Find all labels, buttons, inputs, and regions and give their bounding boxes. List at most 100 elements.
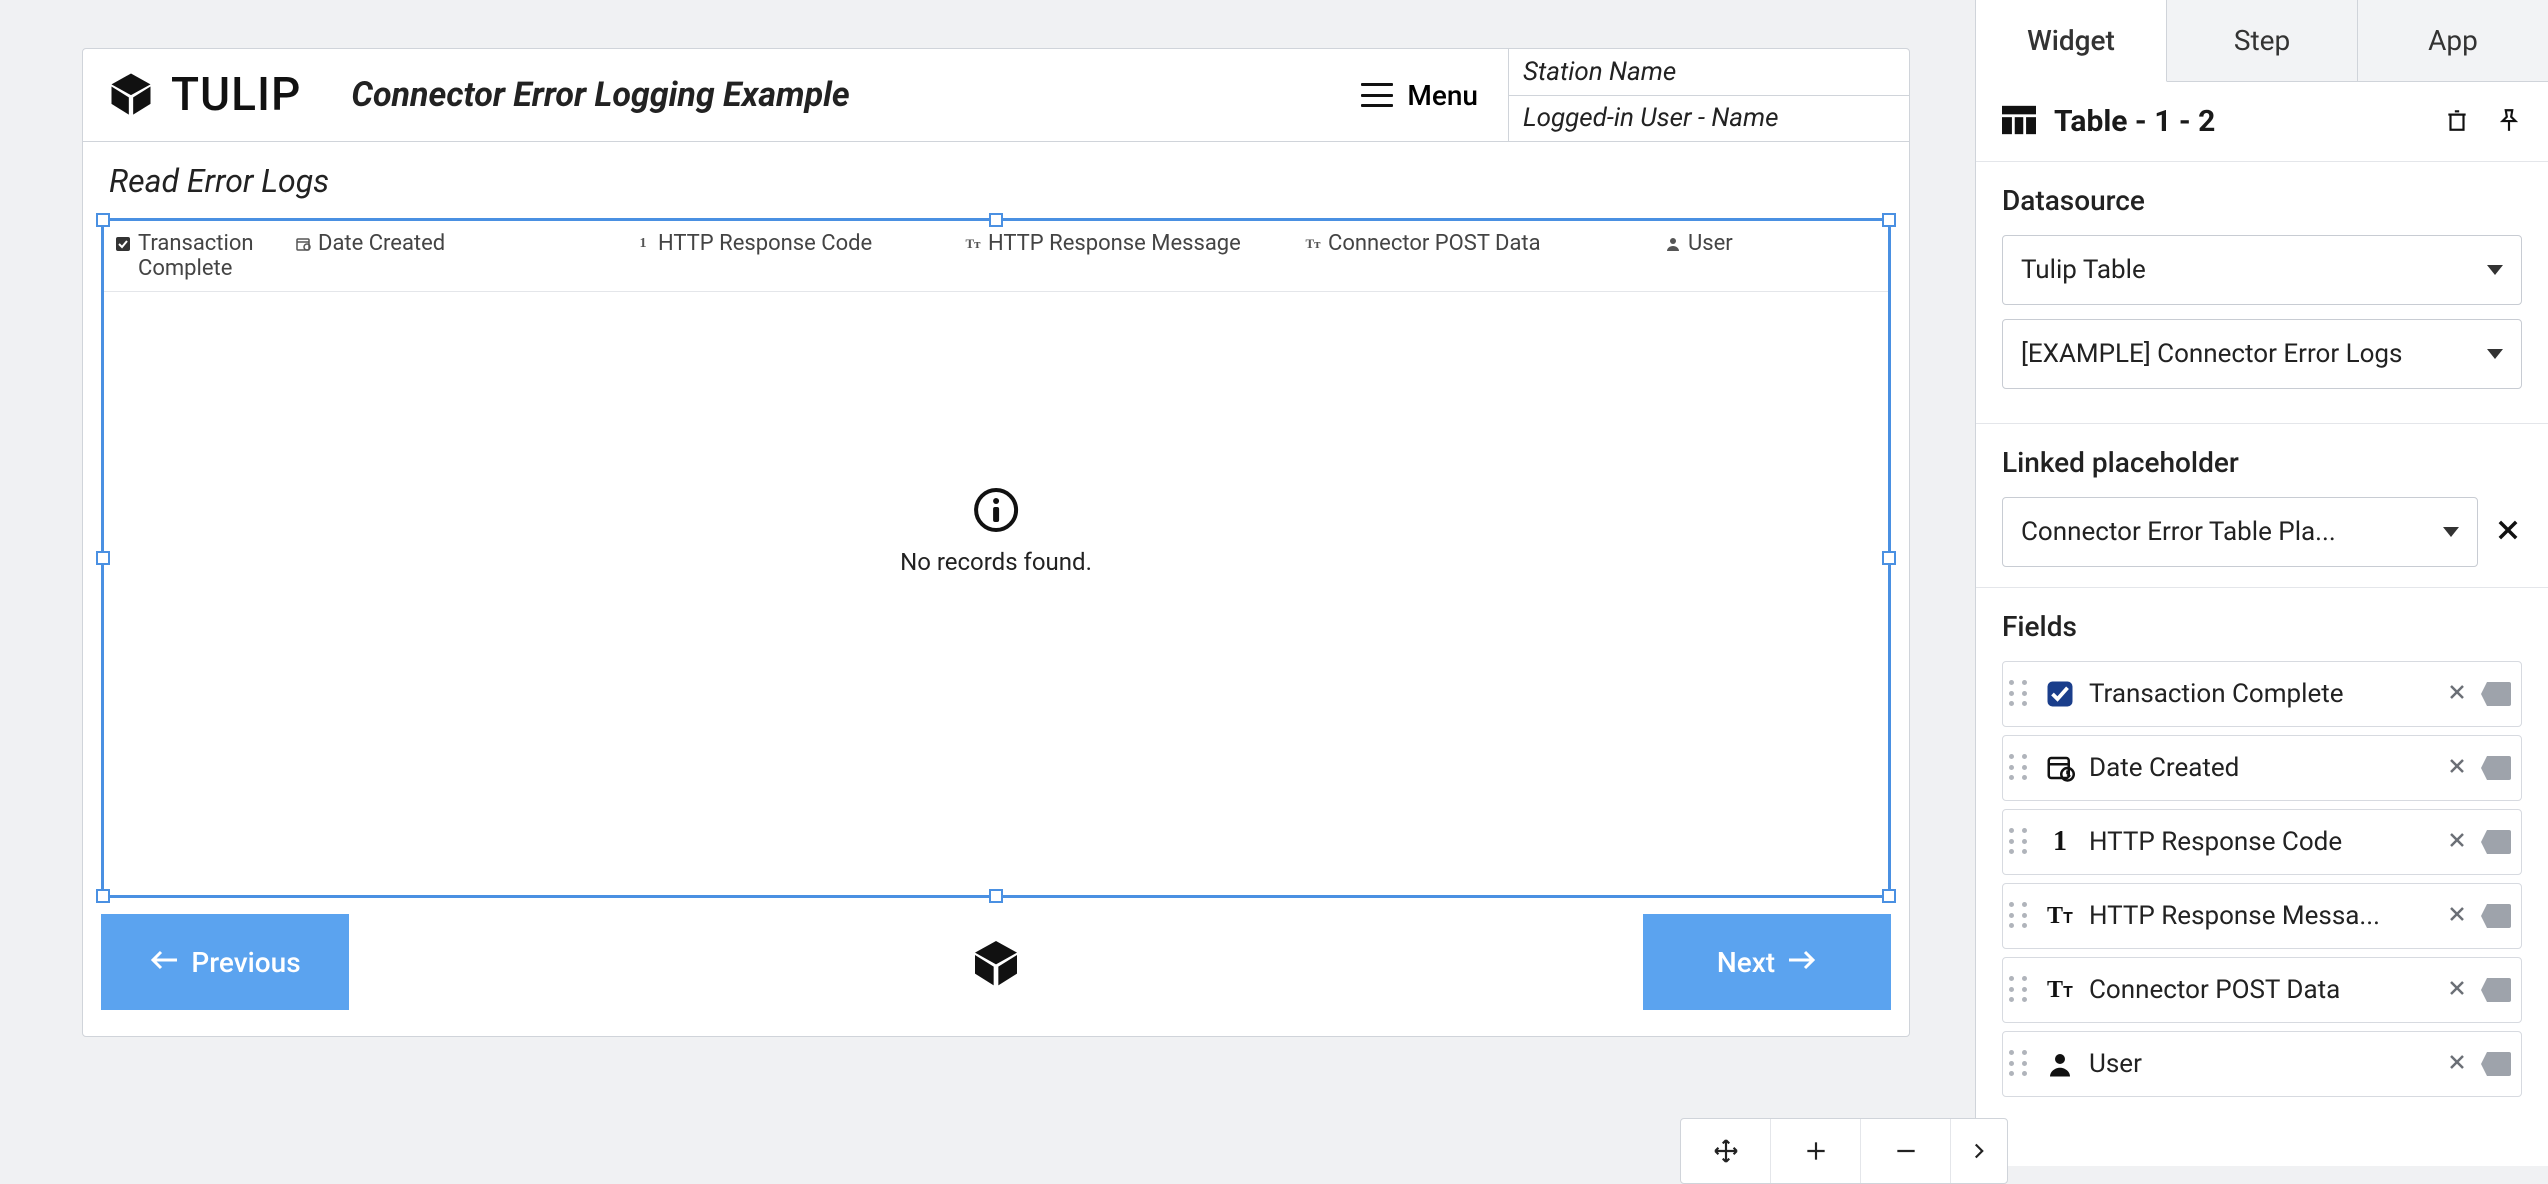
body-panel: Read Error Logs Transaction Complete <box>83 142 1909 1036</box>
linked-heading: Linked placeholder <box>2002 446 2522 479</box>
drag-handle-icon[interactable] <box>2009 902 2031 930</box>
tag-icon[interactable] <box>2481 978 2511 1002</box>
canvas-toolbar <box>1680 1118 2008 1184</box>
resize-handle-ml[interactable] <box>96 551 110 565</box>
hamburger-icon <box>1361 83 1393 107</box>
tab-step[interactable]: Step <box>2167 0 2358 82</box>
move-icon <box>1713 1138 1739 1164</box>
previous-label: Previous <box>191 946 300 979</box>
column-label: Transaction Complete <box>138 231 274 281</box>
tag-icon[interactable] <box>2481 682 2511 706</box>
tulip-logo-icon <box>105 67 157 123</box>
field-label: HTTP Response Messa... <box>2089 901 2433 931</box>
drag-handle-icon[interactable] <box>2009 828 2031 856</box>
column-header: Transaction Complete <box>104 221 284 291</box>
drag-handle-icon[interactable] <box>2009 680 2031 708</box>
previous-button[interactable]: Previous <box>101 914 349 1010</box>
delete-widget-button[interactable] <box>2444 107 2470 137</box>
menu-button[interactable]: Menu <box>1351 49 1509 141</box>
resize-handle-tr[interactable] <box>1882 213 1896 227</box>
field-label: Transaction Complete <box>2089 679 2433 709</box>
tab-widget[interactable]: Widget <box>1976 0 2167 82</box>
fields-section: Fields Transaction Complete Date Created 1… <box>1976 587 2548 1166</box>
resize-handle-br[interactable] <box>1882 889 1896 903</box>
info-icon <box>972 486 1020 534</box>
column-label: Date Created <box>318 231 445 256</box>
brand-text: TULIP <box>171 68 301 122</box>
next-label: Next <box>1717 946 1775 979</box>
field-type-icon <box>2043 1047 2077 1081</box>
remove-field-button[interactable] <box>2445 976 2469 1004</box>
remove-field-button[interactable] <box>2445 828 2469 856</box>
zoom-in-tool[interactable] <box>1771 1119 1861 1183</box>
drag-handle-icon[interactable] <box>2009 976 2031 1004</box>
column-header: Date Created <box>284 221 624 291</box>
column-label: HTTP Response Message <box>988 231 1241 256</box>
right-sidebar: Widget Step App Table - 1 - 2 Datasource… <box>1975 0 2548 1166</box>
field-row[interactable]: Transaction Complete <box>2002 661 2522 727</box>
user-type-icon <box>1664 235 1682 253</box>
field-label: User <box>2089 1049 2433 1079</box>
fields-heading: Fields <box>2002 610 2522 643</box>
remove-field-button[interactable] <box>2445 902 2469 930</box>
tag-icon[interactable] <box>2481 904 2511 928</box>
zoom-out-tool[interactable] <box>1861 1119 1951 1183</box>
sidebar-tabs: Widget Step App <box>1976 0 2548 82</box>
section-subtitle: Read Error Logs <box>109 162 1891 200</box>
datasource-table-value: [EXAMPLE] Connector Error Logs <box>2021 339 2402 369</box>
linked-placeholder-dropdown[interactable]: Connector Error Table Pla... <box>2002 497 2478 567</box>
datasource-section: Datasource Tulip Table [EXAMPLE] Connect… <box>1976 161 2548 423</box>
resize-handle-tm[interactable] <box>989 213 1003 227</box>
drag-handle-icon[interactable] <box>2009 754 2031 782</box>
field-row[interactable]: User <box>2002 1031 2522 1097</box>
remove-field-button[interactable] <box>2445 680 2469 708</box>
table-widget-selected[interactable]: Transaction Complete Date Created 1 HTTP… <box>101 218 1891 898</box>
field-row[interactable]: Date Created <box>2002 735 2522 801</box>
field-row[interactable]: 1HTTP Response Code <box>2002 809 2522 875</box>
caret-down-icon <box>2487 265 2503 275</box>
minus-icon <box>1893 1138 1919 1164</box>
caret-down-icon <box>2487 349 2503 359</box>
field-type-icon <box>2043 751 2077 785</box>
remove-field-button[interactable] <box>2445 1050 2469 1078</box>
next-button[interactable]: Next <box>1643 914 1891 1010</box>
drag-handle-icon[interactable] <box>2009 1050 2031 1078</box>
toolbar-expand[interactable] <box>1951 1119 2007 1183</box>
empty-message: No records found. <box>900 548 1092 576</box>
footer-logo <box>369 934 1623 990</box>
pin-icon <box>2496 107 2522 133</box>
field-type-icon: TT <box>2043 899 2077 933</box>
field-row[interactable]: TTConnector POST Data <box>2002 957 2522 1023</box>
caret-down-icon <box>2443 527 2459 537</box>
field-row[interactable]: TT HTTP Response Messa... <box>2002 883 2522 949</box>
resize-handle-bm[interactable] <box>989 889 1003 903</box>
tab-app[interactable]: App <box>2358 0 2548 82</box>
resize-handle-tl[interactable] <box>96 213 110 227</box>
tag-icon[interactable] <box>2481 830 2511 854</box>
user-name: Logged-in User - Name <box>1509 96 1909 142</box>
checkbox-type-icon <box>114 235 132 253</box>
clear-linked-button[interactable] <box>2494 516 2522 548</box>
status-cell: Station Name Logged-in User - Name <box>1509 49 1909 141</box>
text-type-icon: Tᴛ <box>964 235 982 253</box>
pin-widget-button[interactable] <box>2496 107 2522 137</box>
text-type-icon: Tᴛ <box>1304 235 1322 253</box>
datasource-type-dropdown[interactable]: Tulip Table <box>2002 235 2522 305</box>
field-type-icon: TT <box>2043 973 2077 1007</box>
resize-handle-mr[interactable] <box>1882 551 1896 565</box>
app-frame: TULIP Connector Error Logging Example Me… <box>82 48 1910 1037</box>
table-column-headers: Transaction Complete Date Created 1 HTTP… <box>104 221 1888 292</box>
field-label: Date Created <box>2089 753 2433 783</box>
resize-handle-bl[interactable] <box>96 889 110 903</box>
datasource-table-dropdown[interactable]: [EXAMPLE] Connector Error Logs <box>2002 319 2522 389</box>
arrow-right-icon <box>1787 946 1817 979</box>
footer-nav: Previous Next <box>101 914 1891 1010</box>
arrow-left-icon <box>149 946 179 979</box>
station-name: Station Name <box>1509 49 1909 96</box>
app-header: TULIP Connector Error Logging Example Me… <box>83 49 1909 142</box>
remove-field-button[interactable] <box>2445 754 2469 782</box>
pan-tool[interactable] <box>1681 1119 1771 1183</box>
tag-icon[interactable] <box>2481 1052 2511 1076</box>
menu-label: Menu <box>1407 79 1478 112</box>
tag-icon[interactable] <box>2481 756 2511 780</box>
